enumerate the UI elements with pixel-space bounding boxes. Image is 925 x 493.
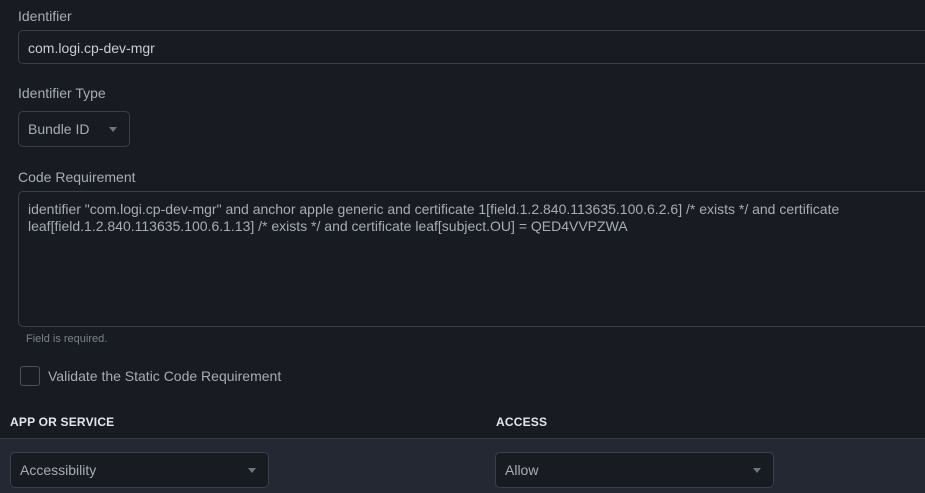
- table-row: Accessibility Allow: [0, 438, 925, 493]
- identifier-type-select[interactable]: Bundle ID: [18, 111, 130, 147]
- app-form-page: Identifier com.logi.cp-dev-mgr Identifie…: [0, 0, 925, 493]
- app-or-service-column-header: APP OR SERVICE: [10, 415, 115, 429]
- app-or-service-value: Accessibility: [20, 462, 97, 478]
- validate-static-checkbox[interactable]: [20, 366, 40, 386]
- access-column-header: ACCESS: [496, 415, 548, 429]
- identifier-label: Identifier: [18, 8, 72, 24]
- identifier-type-label: Identifier Type: [18, 85, 106, 101]
- code-requirement-helper-text: Field is required.: [26, 333, 108, 345]
- chevron-down-icon: [109, 127, 117, 132]
- code-requirement-textarea[interactable]: identifier "com.logi.cp-dev-mgr" and anc…: [18, 191, 925, 327]
- app-or-service-select[interactable]: Accessibility: [10, 452, 269, 488]
- chevron-down-icon: [753, 468, 761, 473]
- access-value: Allow: [505, 462, 539, 478]
- access-select[interactable]: Allow: [495, 452, 774, 488]
- identifier-input[interactable]: com.logi.cp-dev-mgr: [18, 30, 925, 64]
- validate-static-label: Validate the Static Code Requirement: [48, 368, 282, 384]
- code-requirement-label: Code Requirement: [18, 169, 136, 185]
- identifier-type-value: Bundle ID: [28, 121, 90, 137]
- chevron-down-icon: [248, 468, 256, 473]
